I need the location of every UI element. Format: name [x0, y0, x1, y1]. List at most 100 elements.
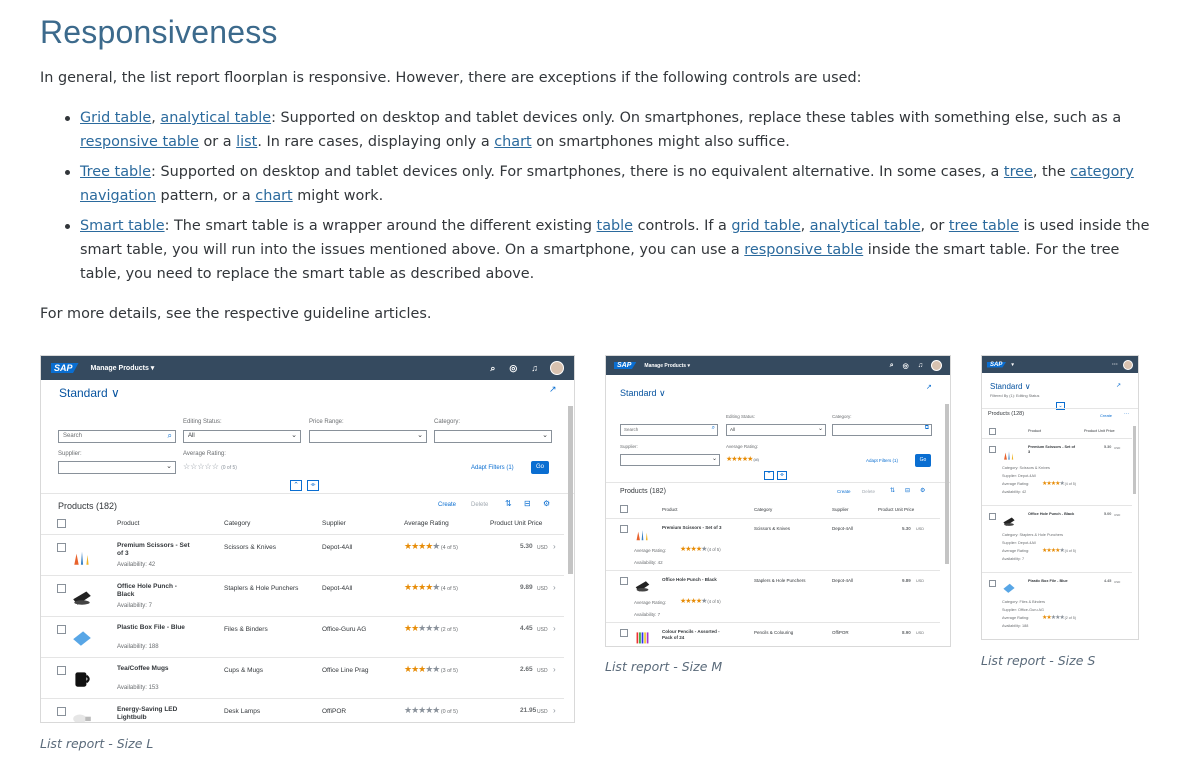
table-row[interactable]: Premium Scissors - Set of 3 Scissors & Kn… — [606, 518, 940, 570]
go-button[interactable]: Go — [915, 454, 931, 467]
row-checkbox[interactable] — [57, 707, 66, 716]
scrollbar[interactable] — [1133, 426, 1136, 494]
link-responsive-table[interactable]: responsive table — [80, 134, 199, 150]
price-range-select[interactable]: ⌄ — [309, 430, 427, 443]
variant-title[interactable]: Standard ∨ — [990, 382, 1031, 391]
delete-button[interactable]: Delete — [862, 489, 875, 494]
row-checkbox[interactable] — [989, 580, 996, 587]
variant-title[interactable]: Standard ∨ — [620, 388, 666, 399]
row-checkbox[interactable] — [620, 525, 628, 533]
select-all-checkbox[interactable] — [989, 428, 996, 435]
create-button[interactable]: Create — [837, 489, 851, 494]
link-smart-table[interactable]: Smart table — [80, 218, 165, 234]
link-chart[interactable]: chart — [494, 134, 531, 150]
search-icon[interactable]: ⌕ — [890, 362, 894, 370]
more-icon[interactable]: ··· — [1124, 411, 1129, 417]
scrollbar[interactable] — [945, 404, 949, 564]
pin-header-button[interactable]: ⌯ — [307, 480, 319, 491]
editing-status-select[interactable]: All ⌄ — [183, 430, 301, 443]
scrollbar[interactable] — [568, 406, 573, 574]
adapt-filters-button[interactable]: Adapt Filters (1) — [471, 465, 514, 471]
link-list[interactable]: list — [236, 134, 257, 150]
currency: USD — [537, 668, 548, 674]
row-checkbox[interactable] — [57, 543, 66, 552]
group-icon[interactable]: ⊟ — [524, 499, 531, 508]
sort-icon[interactable]: ⇅ — [505, 499, 512, 508]
share-icon[interactable]: ↗ — [549, 384, 557, 395]
adapt-filters-button[interactable]: Adapt Filters (1) — [866, 458, 898, 463]
gear-icon[interactable]: ⚙ — [543, 499, 550, 508]
variant-title[interactable]: Standard ∨ — [59, 386, 120, 400]
gear-icon[interactable]: ⚙ — [920, 487, 925, 494]
row-checkbox[interactable] — [57, 584, 66, 593]
group-icon[interactable]: ⊟ — [905, 487, 910, 494]
row-checkbox[interactable] — [57, 625, 66, 634]
app-title[interactable]: ▾ — [1011, 362, 1014, 368]
create-button[interactable]: Create — [1100, 413, 1112, 418]
availability: Availability: 42 — [1002, 490, 1027, 494]
more-icon[interactable]: ··· — [1112, 362, 1118, 368]
category-select[interactable]: ⧉ — [832, 424, 932, 436]
supplier-select[interactable]: ⌄ — [620, 454, 720, 466]
table-row[interactable]: Office Hole Punch - Black 5.00 USD Category… — [982, 505, 1132, 572]
avatar[interactable] — [1123, 359, 1133, 370]
link-grid-table[interactable]: Grid table — [80, 110, 151, 126]
link-tree[interactable]: tree — [1004, 164, 1033, 180]
settings-icon[interactable]: ◎ — [509, 363, 517, 374]
share-icon[interactable]: ↗ — [1116, 382, 1121, 389]
collapse-header-button[interactable]: ⌃ — [764, 471, 774, 480]
table-row[interactable]: Office Hole Punch - Black Availability: 7… — [41, 575, 564, 616]
app-title[interactable]: Manage Products ▾ — [91, 364, 155, 372]
link-responsive-table[interactable]: responsive table — [744, 242, 863, 258]
search-icon[interactable]: ⌕ — [490, 363, 495, 374]
share-icon[interactable]: ↗ — [926, 383, 932, 391]
list-item-smart-table: Smart table: The smart table is a wrappe… — [65, 214, 1150, 286]
create-button[interactable]: Create — [438, 502, 456, 508]
notification-icon[interactable]: ♫ — [918, 362, 923, 369]
select-all-checkbox[interactable] — [620, 505, 628, 513]
search-input[interactable]: Search ⌕ — [58, 430, 176, 443]
link-chart[interactable]: chart — [255, 188, 292, 204]
row-checkbox[interactable] — [620, 577, 628, 585]
category-select[interactable]: ⌄ — [434, 430, 552, 443]
row-checkbox[interactable] — [620, 629, 628, 637]
product-name: Premium Scissors - Set of 3 — [117, 542, 190, 557]
delete-button[interactable]: Delete — [471, 502, 488, 508]
notification-icon[interactable]: ♫ — [531, 363, 538, 373]
app-title[interactable]: Manage Products ▾ — [644, 363, 690, 369]
settings-icon[interactable]: ◎ — [903, 362, 909, 370]
mug-image — [71, 668, 93, 690]
table-row[interactable]: Energy-Saving LED Lightbulb Desk Lamps Off… — [41, 698, 564, 722]
go-button[interactable]: Go — [531, 461, 549, 474]
label-category: Category: — [832, 414, 852, 419]
table-body: Premium Scissors - Set of 3 5.30 USD Catego… — [982, 438, 1132, 639]
link-analytical-table[interactable]: analytical table — [160, 110, 271, 126]
supplier-select[interactable]: ⌄ — [58, 461, 176, 474]
table-row[interactable]: Plastic Box File - Blue Availability: 188… — [41, 616, 564, 657]
collapse-header-button[interactable]: ⌃ — [290, 480, 302, 491]
table-row[interactable]: Plastic Box File - Blue 4.45 USD Category: … — [982, 572, 1132, 639]
price: 21.95 — [520, 707, 537, 714]
link-grid-table[interactable]: grid table — [731, 218, 800, 234]
link-table[interactable]: table — [597, 218, 633, 234]
avatar[interactable] — [931, 360, 942, 371]
table-row[interactable]: Office Hole Punch - Black Staplers & Hole… — [606, 570, 940, 622]
pin-header-button[interactable]: ⌯ — [777, 471, 787, 480]
link-tree-table[interactable]: tree table — [949, 218, 1019, 234]
row-checkbox[interactable] — [989, 446, 996, 453]
select-all-checkbox[interactable] — [57, 519, 66, 528]
table-row[interactable]: Tea/Coffee Mugs Availability: 153 Cups & M… — [41, 657, 564, 698]
editing-status-select[interactable]: All ⌄ — [726, 424, 826, 436]
table-row[interactable]: Colour Pencils - Assorted - Pack of 24 Pe… — [606, 622, 940, 646]
sort-icon[interactable]: ⇅ — [890, 487, 895, 494]
rating-filter[interactable]: ☆☆☆☆☆ (0 of 5) — [183, 462, 237, 471]
rating-filter[interactable]: ★★★★★ (0 of 5) — [726, 455, 759, 463]
search-input[interactable]: Search ⌕ — [620, 424, 718, 436]
link-analytical-table[interactable]: analytical table — [810, 218, 921, 234]
table-row[interactable]: Premium Scissors - Set of 3 5.30 USD Catego… — [982, 438, 1132, 505]
table-row[interactable]: Premium Scissors - Set of 3 Availability:… — [41, 534, 564, 575]
row-checkbox[interactable] — [57, 666, 66, 675]
row-checkbox[interactable] — [989, 513, 996, 520]
avatar[interactable] — [550, 361, 564, 375]
link-tree-table[interactable]: Tree table — [80, 164, 151, 180]
